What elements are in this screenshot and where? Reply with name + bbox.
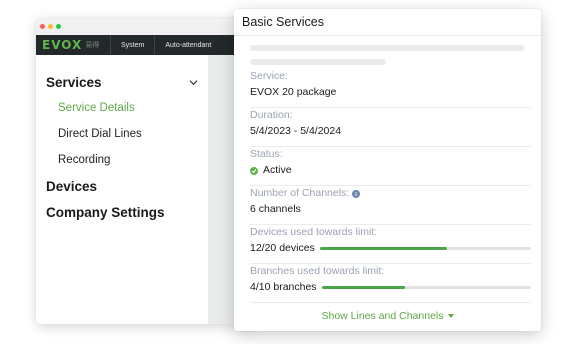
field-value: EVOX 20 package [250, 86, 337, 98]
field-label: Number of Channels: [250, 186, 531, 201]
nav-system[interactable]: System [110, 35, 154, 55]
field-channels: Number of Channels: 6 channels [250, 186, 531, 225]
logo-text: EVOX [42, 38, 83, 52]
sidebar-group-label: Services [46, 74, 102, 90]
logo-subtext: 易得 [85, 41, 100, 49]
footer-link-label: Show Lines and Channels [321, 310, 444, 322]
sidebar: Services Service Details Direct Dial Lin… [36, 55, 208, 324]
loading-placeholder-bar [250, 59, 386, 65]
sidebar-item-recording[interactable]: Recording [36, 147, 208, 173]
sidebar-item-service-details[interactable]: Service Details [36, 95, 208, 121]
field-status: Status: Active [250, 147, 531, 186]
branches-usage-text: 4/10 branches [250, 281, 317, 293]
chevron-down-icon [189, 79, 198, 85]
field-duration: Duration: 5/4/2023 - 5/4/2024 [250, 108, 531, 147]
minimize-window-dot-icon[interactable] [48, 24, 53, 29]
close-window-dot-icon[interactable] [40, 24, 45, 29]
field-label: Duration: [250, 109, 293, 121]
field-label: Status: [250, 148, 283, 160]
info-icon[interactable] [352, 189, 361, 198]
app-navbar: EVOX 易得 System Auto-attendant [36, 35, 256, 55]
field-value: 4/10 branches [250, 279, 531, 296]
branches-progress-bar [321, 286, 531, 289]
field-value: 6 channels [250, 203, 301, 215]
basic-services-card: Basic Services Service: EVOX 20 package … [234, 9, 541, 331]
field-branches-limit: Branches used towards limit: 4/10 branch… [250, 264, 531, 303]
devices-usage-text: 12/20 devices [250, 242, 315, 254]
caret-down-icon [447, 314, 454, 318]
field-value: Active [250, 162, 531, 179]
maximize-window-dot-icon[interactable] [56, 24, 61, 29]
loading-placeholder-bar [250, 45, 525, 51]
background-window: EVOX 易得 System Auto-attendant Services S… [36, 18, 256, 324]
sidebar-group-company-settings[interactable]: Company Settings [36, 199, 208, 225]
field-service: Service: EVOX 20 package [250, 69, 531, 108]
devices-progress-fill [319, 247, 447, 250]
status-value: Active [263, 164, 292, 176]
sidebar-item-direct-dial-lines[interactable]: Direct Dial Lines [36, 121, 208, 147]
card-title: Basic Services [234, 9, 541, 36]
field-devices-limit: Devices used towards limit: 12/20 device… [250, 225, 531, 264]
field-value: 5/4/2023 - 5/4/2024 [250, 125, 342, 137]
branches-progress-fill [321, 286, 406, 289]
field-label: Devices used towards limit: [250, 226, 378, 238]
show-lines-and-channels-link[interactable]: Show Lines and Channels [234, 301, 541, 331]
evox-logo[interactable]: EVOX 易得 [36, 38, 110, 52]
channels-label: Number of Channels: [250, 187, 350, 199]
nav-auto-attendant[interactable]: Auto-attendant [154, 35, 221, 55]
field-label: Service: [250, 70, 288, 82]
check-circle-icon [250, 166, 258, 175]
field-value: 12/20 devices [250, 240, 531, 257]
sidebar-group-devices[interactable]: Devices [36, 173, 208, 199]
devices-progress-bar [319, 247, 531, 250]
sidebar-group-services[interactable]: Services [36, 69, 208, 95]
window-titlebar [36, 18, 256, 35]
field-label: Branches used towards limit: [250, 265, 385, 277]
